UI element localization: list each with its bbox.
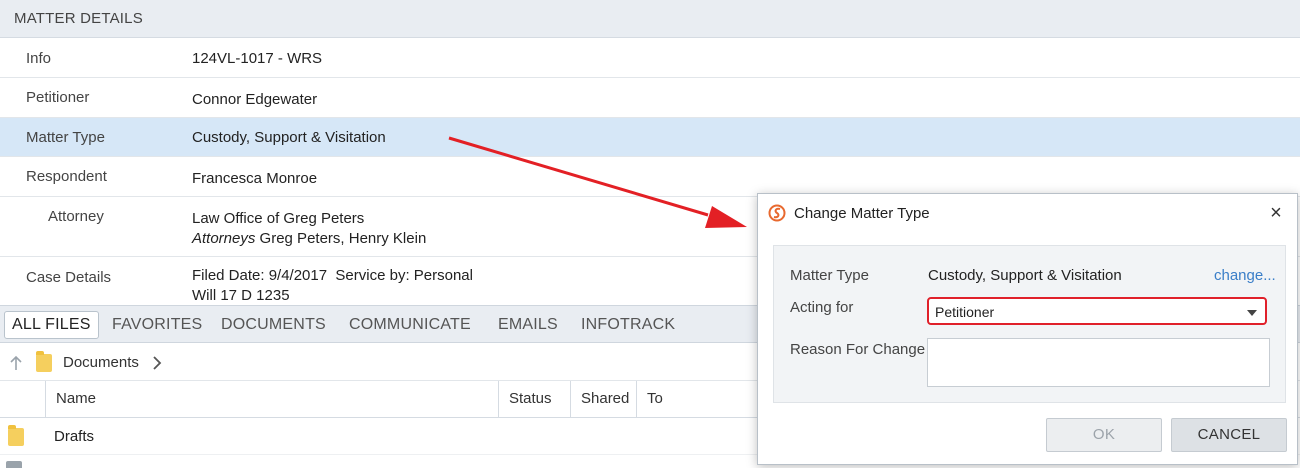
reason-label: Reason For Change: [790, 341, 926, 358]
column-to[interactable]: To: [636, 381, 776, 417]
tab-emails[interactable]: EMAILS: [498, 313, 558, 337]
acting-for-value: Petitioner: [935, 304, 995, 320]
matter-details-title: MATTER DETAILS: [14, 10, 143, 27]
acting-for-label: Acting for: [790, 299, 854, 316]
back-arrow-icon[interactable]: [9, 355, 23, 371]
case-details-line1: Filed Date: 9/4/2017 Service by: Persona…: [192, 267, 473, 284]
tab-documents[interactable]: DOCUMENTS: [221, 313, 326, 337]
folder-icon: [8, 425, 24, 446]
acting-for-select[interactable]: Petitioner: [927, 297, 1267, 325]
column-name[interactable]: Name: [45, 381, 498, 417]
detail-label: Info: [26, 50, 52, 67]
detail-value: Law Office of Greg Peters Attorneys Greg…: [192, 210, 426, 247]
case-details-line2: Will 17 D 1235: [192, 287, 290, 304]
attorney-names: Attorneys Greg Peters, Henry Klein: [192, 230, 426, 247]
breadcrumb-folder[interactable]: Documents: [63, 354, 139, 371]
change-matter-type-link[interactable]: change...: [1214, 267, 1276, 284]
detail-label: Attorney: [48, 208, 104, 225]
column-status[interactable]: Status: [498, 381, 570, 417]
row-name[interactable]: Drafts: [54, 428, 94, 445]
detail-value[interactable]: Francesca Monroe: [192, 170, 317, 187]
detail-label: Petitioner: [26, 89, 90, 106]
close-icon[interactable]: ×: [1265, 202, 1287, 224]
detail-value[interactable]: Custody, Support & Visitation: [192, 129, 386, 146]
detail-label: Matter Type: [26, 129, 105, 146]
tab-infotrack[interactable]: INFOTRACK: [581, 313, 675, 337]
detail-label: Case Details: [26, 269, 112, 286]
matter-type-label: Matter Type: [790, 267, 869, 284]
tab-favorites[interactable]: FAVORITES: [112, 313, 202, 337]
dialog-title: Change Matter Type: [794, 205, 930, 222]
attorneys-value: Greg Peters, Henry Klein: [259, 230, 427, 247]
folder-icon: [36, 351, 52, 372]
attorney-firm[interactable]: Law Office of Greg Peters: [192, 210, 364, 227]
chevron-right-icon[interactable]: [152, 355, 162, 371]
detail-value[interactable]: Connor Edgewater: [192, 91, 317, 108]
detail-value: 124VL-1017 - WRS: [192, 50, 323, 67]
app-logo-icon: [768, 204, 786, 222]
tab-communicate[interactable]: COMMUNICATE: [349, 313, 471, 337]
detail-value: Filed Date: 9/4/2017 Service by: Persona…: [192, 267, 473, 304]
cancel-button[interactable]: CANCEL: [1171, 418, 1287, 452]
change-matter-type-dialog: Change Matter Type × Matter Type Custody…: [757, 193, 1298, 465]
file-icon: [6, 461, 22, 468]
detail-label: Respondent: [26, 168, 107, 185]
ok-button[interactable]: OK: [1046, 418, 1162, 452]
matter-details-header: MATTER DETAILS: [0, 0, 1300, 38]
column-shared[interactable]: Shared: [570, 381, 636, 417]
matter-type-value: Custody, Support & Visitation: [928, 267, 1122, 284]
tab-all-files[interactable]: ALL FILES: [4, 311, 99, 339]
dropdown-caret-icon: [1247, 310, 1257, 316]
reason-input[interactable]: [927, 338, 1270, 387]
detail-row-respondent[interactable]: Respondent Francesca Monroe: [0, 157, 1300, 197]
detail-row-petitioner[interactable]: Petitioner Connor Edgewater: [0, 78, 1300, 118]
detail-row-info: Info 124VL-1017 - WRS: [0, 38, 1300, 78]
detail-row-matter-type[interactable]: Matter Type Custody, Support & Visitatio…: [0, 118, 1300, 157]
attorneys-label: Attorneys: [192, 230, 256, 247]
